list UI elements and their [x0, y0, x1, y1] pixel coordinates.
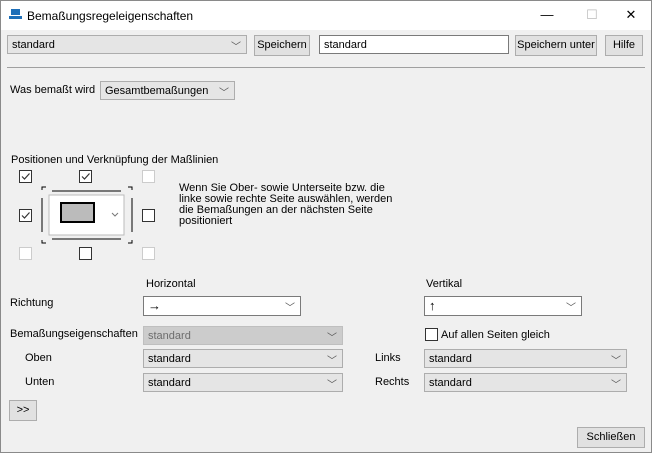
top-value: standard — [148, 353, 191, 365]
chevron-down-icon: ﹀ — [327, 356, 337, 367]
position-checkbox-top[interactable] — [79, 170, 92, 183]
save-button[interactable]: Speichern — [254, 35, 310, 56]
vertical-direction-value: ↑ — [429, 298, 436, 313]
preset-dropdown[interactable]: standard ﹀ — [7, 35, 247, 54]
right-value: standard — [429, 377, 472, 389]
close-button[interactable]: Schließen — [577, 427, 645, 448]
preset-name-input[interactable]: standard — [319, 35, 509, 54]
chevron-down-icon: ﹀ — [285, 303, 295, 314]
props-label: Bemaßungseigenschaften — [10, 328, 138, 340]
expand-button[interactable]: >> — [9, 400, 37, 421]
bottom-value: standard — [148, 377, 191, 389]
vertical-header: Vertikal — [426, 278, 463, 290]
help-button[interactable]: Hilfe — [605, 35, 643, 56]
what-label: Was bemaßt wird — [10, 84, 96, 96]
what-dropdown[interactable]: Gesamtbemaßungen ﹀ — [100, 81, 235, 100]
divider — [7, 67, 645, 68]
all-sides-label: Auf allen Seiten gleich — [441, 329, 550, 341]
positions-label: Positionen und Verknüpfung der Maßlinien — [11, 154, 219, 166]
bottom-label: Unten — [25, 376, 55, 388]
right-dropdown[interactable]: standard ﹀ — [424, 373, 627, 392]
dimension-diagram — [41, 186, 133, 244]
props-value: standard — [148, 330, 191, 342]
all-sides-checkbox[interactable] — [425, 328, 438, 341]
position-checkbox-right[interactable] — [142, 209, 155, 222]
app-icon — [9, 9, 22, 19]
position-checkbox-bottom-right[interactable] — [142, 247, 155, 260]
chevron-down-icon: ﹀ — [231, 42, 241, 53]
position-checkbox-top-right[interactable] — [142, 170, 155, 183]
what-value: Gesamtbemaßungen — [105, 85, 209, 97]
chevron-down-icon: ﹀ — [327, 380, 337, 391]
top-label: Oben — [25, 352, 52, 364]
minimize-button[interactable]: — — [537, 7, 557, 22]
chevron-down-icon: ﹀ — [219, 88, 229, 99]
positions-hint: Wenn Sie Ober- sowie Unterseite bzw. die… — [179, 182, 393, 227]
chevron-down-icon: ﹀ — [566, 303, 576, 314]
preset-value: standard — [12, 39, 55, 51]
left-value: standard — [429, 353, 472, 365]
vertical-direction-dropdown[interactable]: ↑ ﹀ — [424, 296, 582, 316]
horizontal-direction-dropdown[interactable]: → ﹀ — [143, 296, 301, 316]
left-dropdown[interactable]: standard ﹀ — [424, 349, 627, 368]
position-checkbox-bottom-left[interactable] — [19, 247, 32, 260]
window-title: Bemaßungsregeleigenschaften — [27, 9, 194, 23]
top-dropdown[interactable]: standard ﹀ — [143, 349, 343, 368]
chevron-down-icon: ﹀ — [327, 333, 337, 344]
chevron-down-icon: ﹀ — [611, 380, 621, 391]
direction-label: Richtung — [10, 297, 54, 309]
bottom-dropdown[interactable]: standard ﹀ — [143, 373, 343, 392]
left-label: Links — [375, 352, 401, 364]
chevron-down-icon: ﹀ — [611, 356, 621, 367]
maximize-button[interactable]: ☐ — [582, 7, 602, 23]
right-label: Rechts — [375, 376, 410, 388]
position-checkbox-bottom[interactable] — [79, 247, 92, 260]
save-as-button[interactable]: Speichern unter — [515, 35, 597, 56]
position-checkbox-top-left[interactable] — [19, 170, 32, 183]
horizontal-direction-value: → — [148, 298, 161, 313]
horizontal-header: Horizontal — [146, 278, 196, 290]
close-window-button[interactable]: ✕ — [621, 7, 641, 23]
position-checkbox-left[interactable] — [19, 209, 32, 222]
props-dropdown[interactable]: standard ﹀ — [143, 326, 343, 345]
